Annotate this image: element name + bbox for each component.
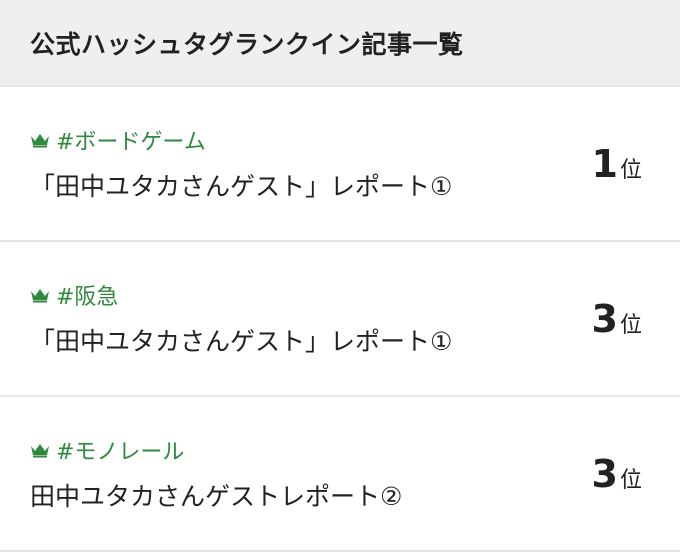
ranking-list-item[interactable]: #モノレール 田中ユタカさんゲストレポート② 3 位 xyxy=(0,397,680,552)
crown-icon xyxy=(31,444,49,458)
hashtag-link[interactable]: #モノレール xyxy=(30,434,184,466)
rank-badge: 1 位 xyxy=(592,145,642,184)
section-title: 公式ハッシュタグランクイン記事一覧 xyxy=(30,30,464,59)
rank-suffix: 位 xyxy=(619,313,642,338)
rank-suffix: 位 xyxy=(619,158,642,183)
ranking-list-item[interactable]: #阪急 「田中ユタカさんゲスト」レポート① 3 位 xyxy=(0,242,680,397)
hashtag-label: #ボードゲーム xyxy=(56,130,206,155)
rank-number: 3 xyxy=(591,297,618,341)
hashtag-label: #阪急 xyxy=(56,285,119,310)
rank-number: 3 xyxy=(591,452,618,496)
ranking-list: #ボードゲーム 「田中ユタカさんゲスト」レポート① 1 位 #阪急 「田中ユタカ… xyxy=(0,86,680,552)
hashtag-link[interactable]: #阪急 xyxy=(30,279,118,311)
article-title[interactable]: 「田中ユタカさんゲスト」レポート① xyxy=(30,167,452,203)
rank-badge: 3 位 xyxy=(592,300,642,339)
rank-badge: 3 位 xyxy=(592,455,642,494)
article-title[interactable]: 田中ユタカさんゲストレポート② xyxy=(30,477,402,513)
rank-suffix: 位 xyxy=(619,468,642,493)
section-header: 公式ハッシュタグランクイン記事一覧 xyxy=(0,0,680,86)
crown-icon xyxy=(31,289,49,303)
ranking-page: 公式ハッシュタグランクイン記事一覧 #ボードゲーム 「田中ユタカさんゲスト」レポ… xyxy=(0,0,680,556)
hashtag-link[interactable]: #ボードゲーム xyxy=(30,124,206,156)
hashtag-label: #モノレール xyxy=(56,440,185,465)
rank-number: 1 xyxy=(591,142,618,186)
article-title[interactable]: 「田中ユタカさんゲスト」レポート① xyxy=(30,322,452,358)
ranking-list-item[interactable]: #ボードゲーム 「田中ユタカさんゲスト」レポート① 1 位 xyxy=(0,87,680,242)
crown-icon xyxy=(31,134,49,148)
